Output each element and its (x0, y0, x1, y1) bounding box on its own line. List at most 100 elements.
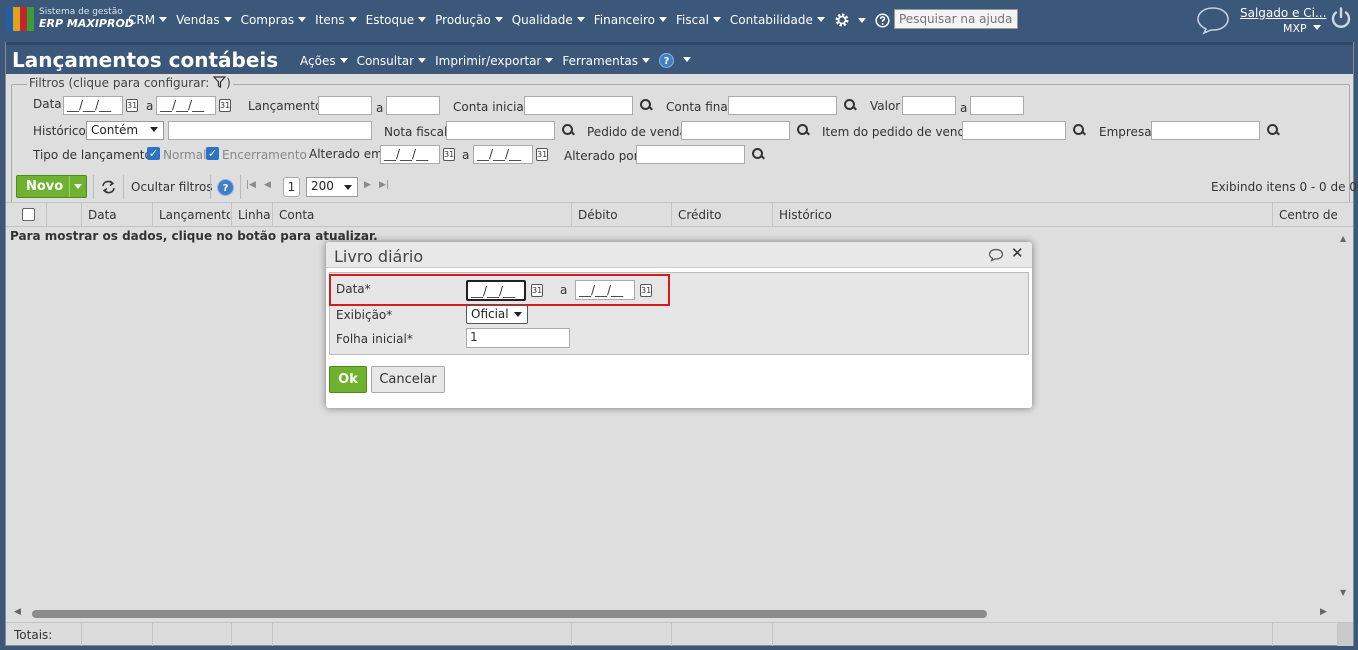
encerramento-checkbox[interactable]: ✓ (206, 147, 219, 160)
prev-page-icon[interactable]: ◀ (264, 180, 271, 190)
dialog-title: Livro diário (334, 247, 424, 266)
calendar-icon[interactable]: 31 (219, 99, 231, 112)
menu-vendas[interactable]: Vendas (176, 13, 232, 27)
scrollbar-thumb[interactable] (32, 610, 987, 618)
date-from-input[interactable]: __/__/__ (63, 96, 123, 115)
user-link[interactable]: Salgado e Ci... (1240, 6, 1326, 20)
grid-col-spacer (46, 203, 81, 227)
search-icon[interactable] (1073, 124, 1085, 136)
col-debito[interactable]: Débito (571, 203, 671, 227)
menu-ferramentas[interactable]: Ferramentas (562, 54, 651, 68)
ok-button[interactable]: Ok (329, 366, 367, 393)
dialog-date-from-input[interactable]: __/__/__ (466, 280, 526, 301)
menu-crm[interactable]: CRM (128, 13, 168, 27)
menu-compras[interactable]: Compras (241, 13, 307, 27)
search-icon[interactable] (1267, 124, 1279, 136)
valor-from-input[interactable] (902, 96, 956, 115)
page-size-select[interactable]: 200 (306, 177, 358, 197)
item-pedido-input[interactable] (962, 121, 1066, 140)
new-button[interactable]: Novo (16, 175, 87, 198)
col-credito[interactable]: Crédito (671, 203, 772, 227)
dialog-form: Data* __/__/__ 31 a __/__/__ 31 Exibição… (329, 272, 1029, 355)
alterado-em-label: Alterado em (309, 147, 383, 161)
scroll-down-arrow[interactable]: ▼ (1340, 588, 1346, 597)
chat-bubble-icon[interactable] (1195, 5, 1231, 35)
menu-contabilidade[interactable]: Contabilidade (730, 13, 825, 27)
alterado-por-input[interactable] (636, 145, 745, 164)
lancamento-to-input[interactable] (386, 96, 440, 115)
normal-checkbox[interactable]: ✓ (147, 147, 160, 160)
hide-filters-button[interactable]: Ocultar filtros (131, 180, 213, 194)
scroll-left-arrow[interactable]: ◀ (14, 607, 21, 617)
menu-financeiro[interactable]: Financeiro (594, 13, 668, 27)
last-page-icon[interactable]: ▶| (379, 180, 389, 190)
items-status: Exibindo itens 0 - 0 de 0 (1211, 180, 1357, 194)
calendar-icon[interactable]: 31 (640, 284, 652, 297)
menu-imprimir-exportar[interactable]: Imprimir/exportar (435, 54, 554, 68)
valor-to-input[interactable] (970, 96, 1024, 115)
search-icon[interactable] (844, 99, 856, 111)
search-icon[interactable] (752, 148, 764, 160)
menu-consultar[interactable]: Consultar (357, 54, 427, 68)
pedido-venda-input[interactable] (681, 121, 790, 140)
nota-fiscal-label: Nota fiscal (384, 125, 448, 139)
menu-acoes[interactable]: Ações (300, 54, 348, 68)
historico-input[interactable] (168, 121, 372, 140)
comment-icon[interactable] (988, 248, 1004, 262)
scroll-up-arrow[interactable]: ▲ (1340, 234, 1346, 243)
alterado-from-input[interactable]: __/__/__ (380, 145, 440, 164)
empresa-input[interactable] (1151, 121, 1260, 140)
folha-inicial-input[interactable]: 1 (466, 328, 570, 348)
page-title: Lançamentos contábeis (12, 48, 279, 72)
top-bar: Sistema de gestão ERP MAXIPROD CRM Venda… (0, 0, 1358, 40)
dialog-date-to-input[interactable]: __/__/__ (575, 280, 635, 300)
date-to-input[interactable]: __/__/__ (156, 96, 216, 115)
help-search-input[interactable] (894, 9, 1018, 29)
conta-final-input[interactable] (728, 96, 837, 115)
page-help-menu[interactable]: ? (659, 53, 692, 68)
menu-qualidade[interactable]: Qualidade (512, 13, 585, 27)
lancamento-label: Lançamento (248, 99, 323, 113)
select-all-checkbox[interactable] (22, 208, 35, 221)
company-selector[interactable]: MXP (1283, 22, 1321, 35)
calendar-icon[interactable]: 31 (531, 284, 543, 297)
encerramento-checkbox-label: Encerramento (222, 148, 307, 162)
close-icon[interactable]: ✕ (1011, 244, 1024, 262)
lancamento-from-input[interactable] (318, 96, 372, 115)
conta-inicial-label: Conta inicial (453, 100, 528, 114)
menu-itens[interactable]: Itens (315, 13, 357, 27)
page-number-input[interactable]: 1 (283, 177, 300, 197)
conta-inicial-input[interactable] (524, 96, 633, 115)
col-historico[interactable]: Histórico (772, 203, 1272, 227)
menu-fiscal[interactable]: Fiscal (676, 13, 721, 27)
first-page-icon[interactable]: |◀ (246, 180, 256, 190)
menu-producao[interactable]: Produção (435, 13, 503, 27)
filters-legend[interactable]: Filtros (clique para configurar: ) (27, 76, 233, 90)
alterado-to-input[interactable]: __/__/__ (473, 145, 533, 164)
col-conta[interactable]: Conta (272, 203, 571, 227)
col-centro-custo[interactable]: Centro de c (1272, 203, 1337, 227)
col-data[interactable]: Data (81, 203, 152, 227)
settings-menu[interactable] (834, 12, 866, 28)
calendar-icon[interactable]: 31 (443, 148, 455, 161)
calendar-icon[interactable]: 31 (536, 148, 548, 161)
cancel-button[interactable]: Cancelar (371, 366, 445, 393)
refresh-icon[interactable] (101, 180, 116, 194)
search-icon[interactable] (562, 124, 574, 136)
historico-mode-select[interactable]: Contém (86, 121, 164, 140)
col-lancamento[interactable]: Lançamento (152, 203, 230, 227)
help-icon[interactable]: ? (217, 179, 234, 196)
search-icon[interactable] (640, 99, 652, 111)
nota-fiscal-input[interactable] (446, 121, 555, 140)
search-icon[interactable] (797, 124, 809, 136)
col-linha[interactable]: Linha (231, 203, 271, 227)
maxiprod-logo[interactable] (6, 7, 34, 31)
help-circle-icon (875, 12, 890, 28)
exibicao-select[interactable]: Oficial (466, 305, 528, 324)
power-icon[interactable] (1329, 6, 1353, 30)
menu-estoque[interactable]: Estoque (366, 13, 427, 27)
calendar-icon[interactable]: 31 (126, 99, 138, 112)
next-page-icon[interactable]: ▶ (364, 180, 371, 190)
horizontal-scrollbar[interactable]: ◀ ▶ (14, 607, 1346, 620)
scroll-right-arrow[interactable]: ▶ (1320, 607, 1327, 617)
